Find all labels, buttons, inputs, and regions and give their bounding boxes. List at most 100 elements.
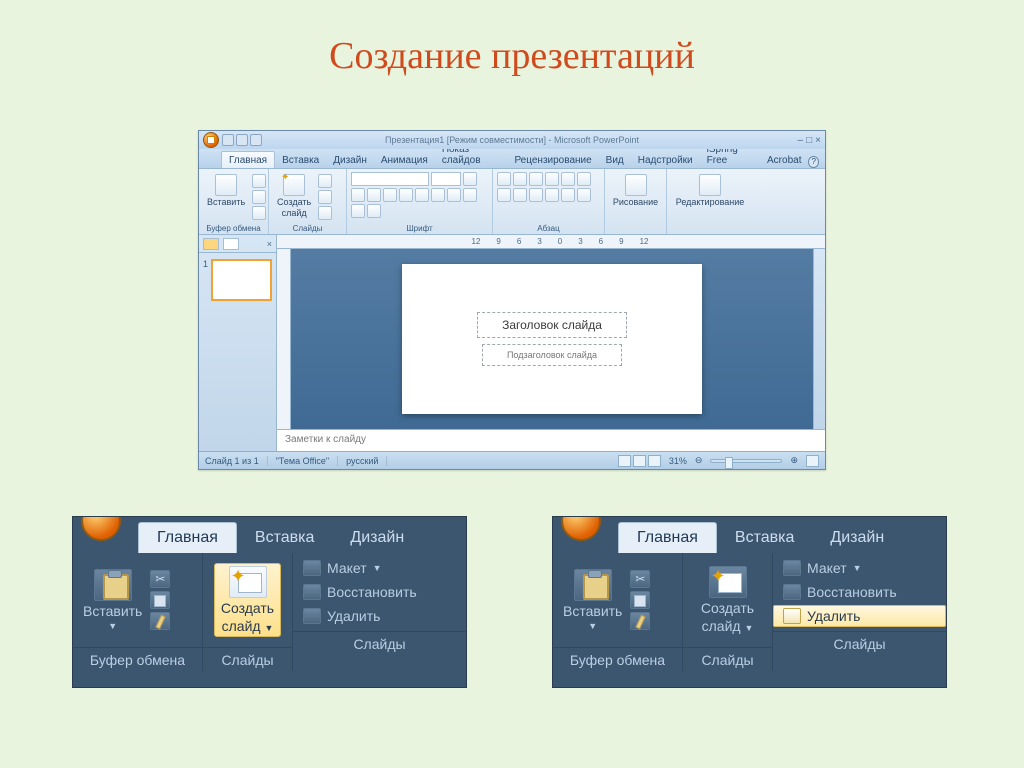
indent-dec-icon[interactable] bbox=[529, 172, 543, 186]
indent-inc-icon[interactable] bbox=[545, 172, 559, 186]
align-left-icon[interactable] bbox=[497, 188, 511, 202]
format-painter-icon[interactable] bbox=[630, 612, 650, 630]
office-orb-button[interactable] bbox=[203, 132, 219, 148]
bold-icon[interactable] bbox=[463, 172, 477, 186]
tab-home[interactable]: Главная bbox=[221, 151, 275, 168]
tab-acrobat[interactable]: Acrobat bbox=[760, 152, 808, 168]
cu2-tab-home[interactable]: Главная bbox=[618, 522, 717, 553]
window-title: Презентация1 [Режим совместимости] - Mic… bbox=[385, 135, 639, 145]
tab-review[interactable]: Рецензирование bbox=[507, 152, 598, 168]
italic-icon[interactable] bbox=[351, 188, 365, 202]
tab-insert[interactable]: Вставка bbox=[275, 152, 326, 168]
slide-canvas[interactable]: Заголовок слайда Подзаголовок слайда bbox=[402, 264, 702, 414]
shrink-font-icon[interactable] bbox=[463, 188, 477, 202]
view-normal-icon[interactable] bbox=[618, 455, 631, 467]
cu2-tab-insert[interactable]: Вставка bbox=[717, 523, 812, 553]
thumb-tab-outline-icon[interactable] bbox=[223, 238, 239, 250]
drawing-label: Рисование bbox=[613, 197, 658, 207]
cu-layout-button[interactable]: Макет ▼ bbox=[293, 557, 466, 579]
qat-undo-icon[interactable] bbox=[236, 134, 248, 146]
font-name-combo[interactable] bbox=[351, 172, 429, 186]
cu-delete-button[interactable]: Удалить bbox=[293, 605, 466, 627]
minimize-button[interactable]: – bbox=[798, 135, 804, 146]
text-direction-icon[interactable] bbox=[577, 172, 591, 186]
copy-icon[interactable] bbox=[150, 591, 170, 609]
cu2-new-slide-button[interactable]: ✦ Создать слайд ▼ bbox=[697, 564, 758, 636]
ruler-mark: 9 bbox=[619, 237, 623, 246]
font-color-icon[interactable] bbox=[367, 204, 381, 218]
cu-reset-button[interactable]: Восстановить bbox=[293, 581, 466, 603]
font-size-combo[interactable] bbox=[431, 172, 461, 186]
paste-button[interactable]: Вставить bbox=[203, 172, 249, 209]
new-slide-button[interactable]: ✦ Создать слайд bbox=[273, 172, 315, 220]
maximize-button[interactable]: □ bbox=[806, 135, 812, 146]
justify-icon[interactable] bbox=[545, 188, 559, 202]
bullets-icon[interactable] bbox=[497, 172, 511, 186]
slide-thumbnail[interactable]: 1 bbox=[203, 259, 272, 301]
cu-paste-button[interactable]: Вставить ▼ bbox=[79, 567, 146, 633]
qat-redo-icon[interactable] bbox=[250, 134, 262, 146]
align-center-icon[interactable] bbox=[513, 188, 527, 202]
copy-icon[interactable] bbox=[252, 190, 266, 204]
new-slide-icon: ✦ bbox=[709, 566, 747, 598]
paste-label: Вставить bbox=[207, 197, 245, 207]
vertical-scrollbar[interactable] bbox=[813, 249, 825, 429]
format-painter-icon[interactable] bbox=[150, 612, 170, 630]
help-icon[interactable]: ? bbox=[808, 156, 819, 168]
qat-save-icon[interactable] bbox=[222, 134, 234, 146]
layout-icon[interactable] bbox=[318, 174, 332, 188]
clear-format-icon[interactable] bbox=[351, 204, 365, 218]
tab-animation[interactable]: Анимация bbox=[374, 152, 435, 168]
fit-to-window-icon[interactable] bbox=[806, 455, 819, 467]
tab-addins[interactable]: Надстройки bbox=[631, 152, 700, 168]
zoom-out-icon[interactable]: ⊖ bbox=[695, 455, 703, 466]
cu-tab-design[interactable]: Дизайн bbox=[332, 523, 422, 553]
zoom-percent[interactable]: 31% bbox=[669, 456, 687, 466]
editing-button[interactable]: Редактирование bbox=[672, 172, 749, 209]
cu2-layout-button[interactable]: Макет ▼ bbox=[773, 557, 946, 579]
subtitle-placeholder[interactable]: Подзаголовок слайда bbox=[482, 344, 622, 366]
thumb-tab-slides-icon[interactable] bbox=[203, 238, 219, 250]
columns-icon[interactable] bbox=[561, 188, 575, 202]
line-spacing-icon[interactable] bbox=[561, 172, 575, 186]
copy-icon[interactable] bbox=[630, 591, 650, 609]
format-painter-icon[interactable] bbox=[252, 206, 266, 220]
numbering-icon[interactable] bbox=[513, 172, 527, 186]
grow-font-icon[interactable] bbox=[447, 188, 461, 202]
align-right-icon[interactable] bbox=[529, 188, 543, 202]
titlebar: Презентация1 [Режим совместимости] - Mic… bbox=[199, 131, 825, 149]
tab-view[interactable]: Вид bbox=[599, 152, 631, 168]
cut-icon[interactable] bbox=[150, 570, 170, 588]
cu-new-slide-button[interactable]: ✦ Создать слайд ▼ bbox=[214, 563, 281, 637]
change-case-icon[interactable] bbox=[431, 188, 445, 202]
cu2-reset-button[interactable]: Восстановить bbox=[773, 581, 946, 603]
cu-tab-insert[interactable]: Вставка bbox=[237, 523, 332, 553]
underline-icon[interactable] bbox=[367, 188, 381, 202]
strike-icon[interactable] bbox=[383, 188, 397, 202]
title-placeholder[interactable]: Заголовок слайда bbox=[477, 312, 627, 338]
cut-icon[interactable] bbox=[630, 570, 650, 588]
tab-design[interactable]: Дизайн bbox=[326, 152, 374, 168]
delete-icon[interactable] bbox=[318, 206, 332, 220]
notes-pane[interactable]: Заметки к слайду bbox=[277, 429, 825, 451]
zoom-slider[interactable] bbox=[710, 459, 782, 463]
view-slideshow-icon[interactable] bbox=[648, 455, 661, 467]
align-text-icon[interactable] bbox=[577, 188, 591, 202]
cu2-delete-button[interactable]: Удалить bbox=[773, 605, 946, 627]
cu2-paste-button[interactable]: Вставить ▼ bbox=[559, 567, 626, 633]
zoom-in-icon[interactable]: ⊕ bbox=[790, 455, 798, 466]
cut-icon[interactable] bbox=[252, 174, 266, 188]
drawing-button[interactable]: Рисование bbox=[609, 172, 662, 209]
shadow-icon[interactable] bbox=[399, 188, 413, 202]
ruler-mark: 6 bbox=[517, 237, 521, 246]
close-button[interactable]: × bbox=[815, 135, 821, 146]
view-sorter-icon[interactable] bbox=[633, 455, 646, 467]
cu-tab-home[interactable]: Главная bbox=[138, 522, 237, 553]
cu2-tab-design[interactable]: Дизайн bbox=[812, 523, 902, 553]
char-spacing-icon[interactable] bbox=[415, 188, 429, 202]
reset-icon[interactable] bbox=[318, 190, 332, 204]
chevron-down-icon: ▼ bbox=[853, 563, 862, 573]
status-language[interactable]: русский bbox=[346, 456, 387, 466]
thumb-pane-close-icon[interactable]: × bbox=[267, 239, 272, 249]
cu-paste-label: Вставить bbox=[83, 603, 142, 619]
